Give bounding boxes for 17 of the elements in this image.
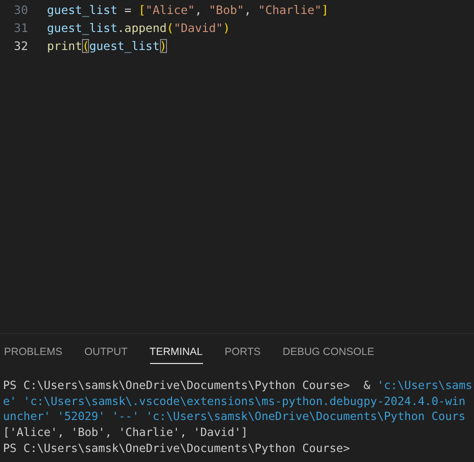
code-line: guest_list = ["Alice", "Bob", "Charlie"] xyxy=(47,3,329,17)
line-number: 32 xyxy=(12,39,28,53)
panel-tab[interactable]: PROBLEMS xyxy=(4,343,62,364)
panel-tab[interactable]: PORTS xyxy=(224,343,261,364)
terminal-line: e' 'c:\Users\samsk\.vscode\extensions\ms-python.debugpy-2024.4.0-win xyxy=(3,394,466,410)
line-number: 31 xyxy=(12,21,28,35)
panel-tab[interactable]: OUTPUT xyxy=(84,343,128,364)
panel-tab[interactable]: TERMINAL xyxy=(150,343,203,364)
terminal-line: PS C:\Users\samsk\OneDrive\Documents\Python Course> xyxy=(3,440,350,456)
terminal-line: PS C:\Users\samsk\OneDrive\Documents\Python Course> & 'c:\Users\sams xyxy=(3,378,472,394)
code-line: guest_list.append("David") xyxy=(47,21,230,35)
code-line: print(guest_list) xyxy=(47,39,167,53)
terminal-line: uncher' '52029' '--' 'c:\Users\samsk\OneDrive\Documents\Python Cours xyxy=(3,409,466,426)
code-editor[interactable]: 30 guest_list = ["Alice", "Bob", "Charlie"] 31 guest_list.append("David") 32 print(guest_list) xyxy=(0,0,474,333)
line-number: 30 xyxy=(12,3,28,17)
terminal-line: ['Alice', 'Bob', 'Charlie', 'David'] xyxy=(3,425,248,441)
panel-tab[interactable]: DEBUG CONSOLE xyxy=(282,343,374,364)
